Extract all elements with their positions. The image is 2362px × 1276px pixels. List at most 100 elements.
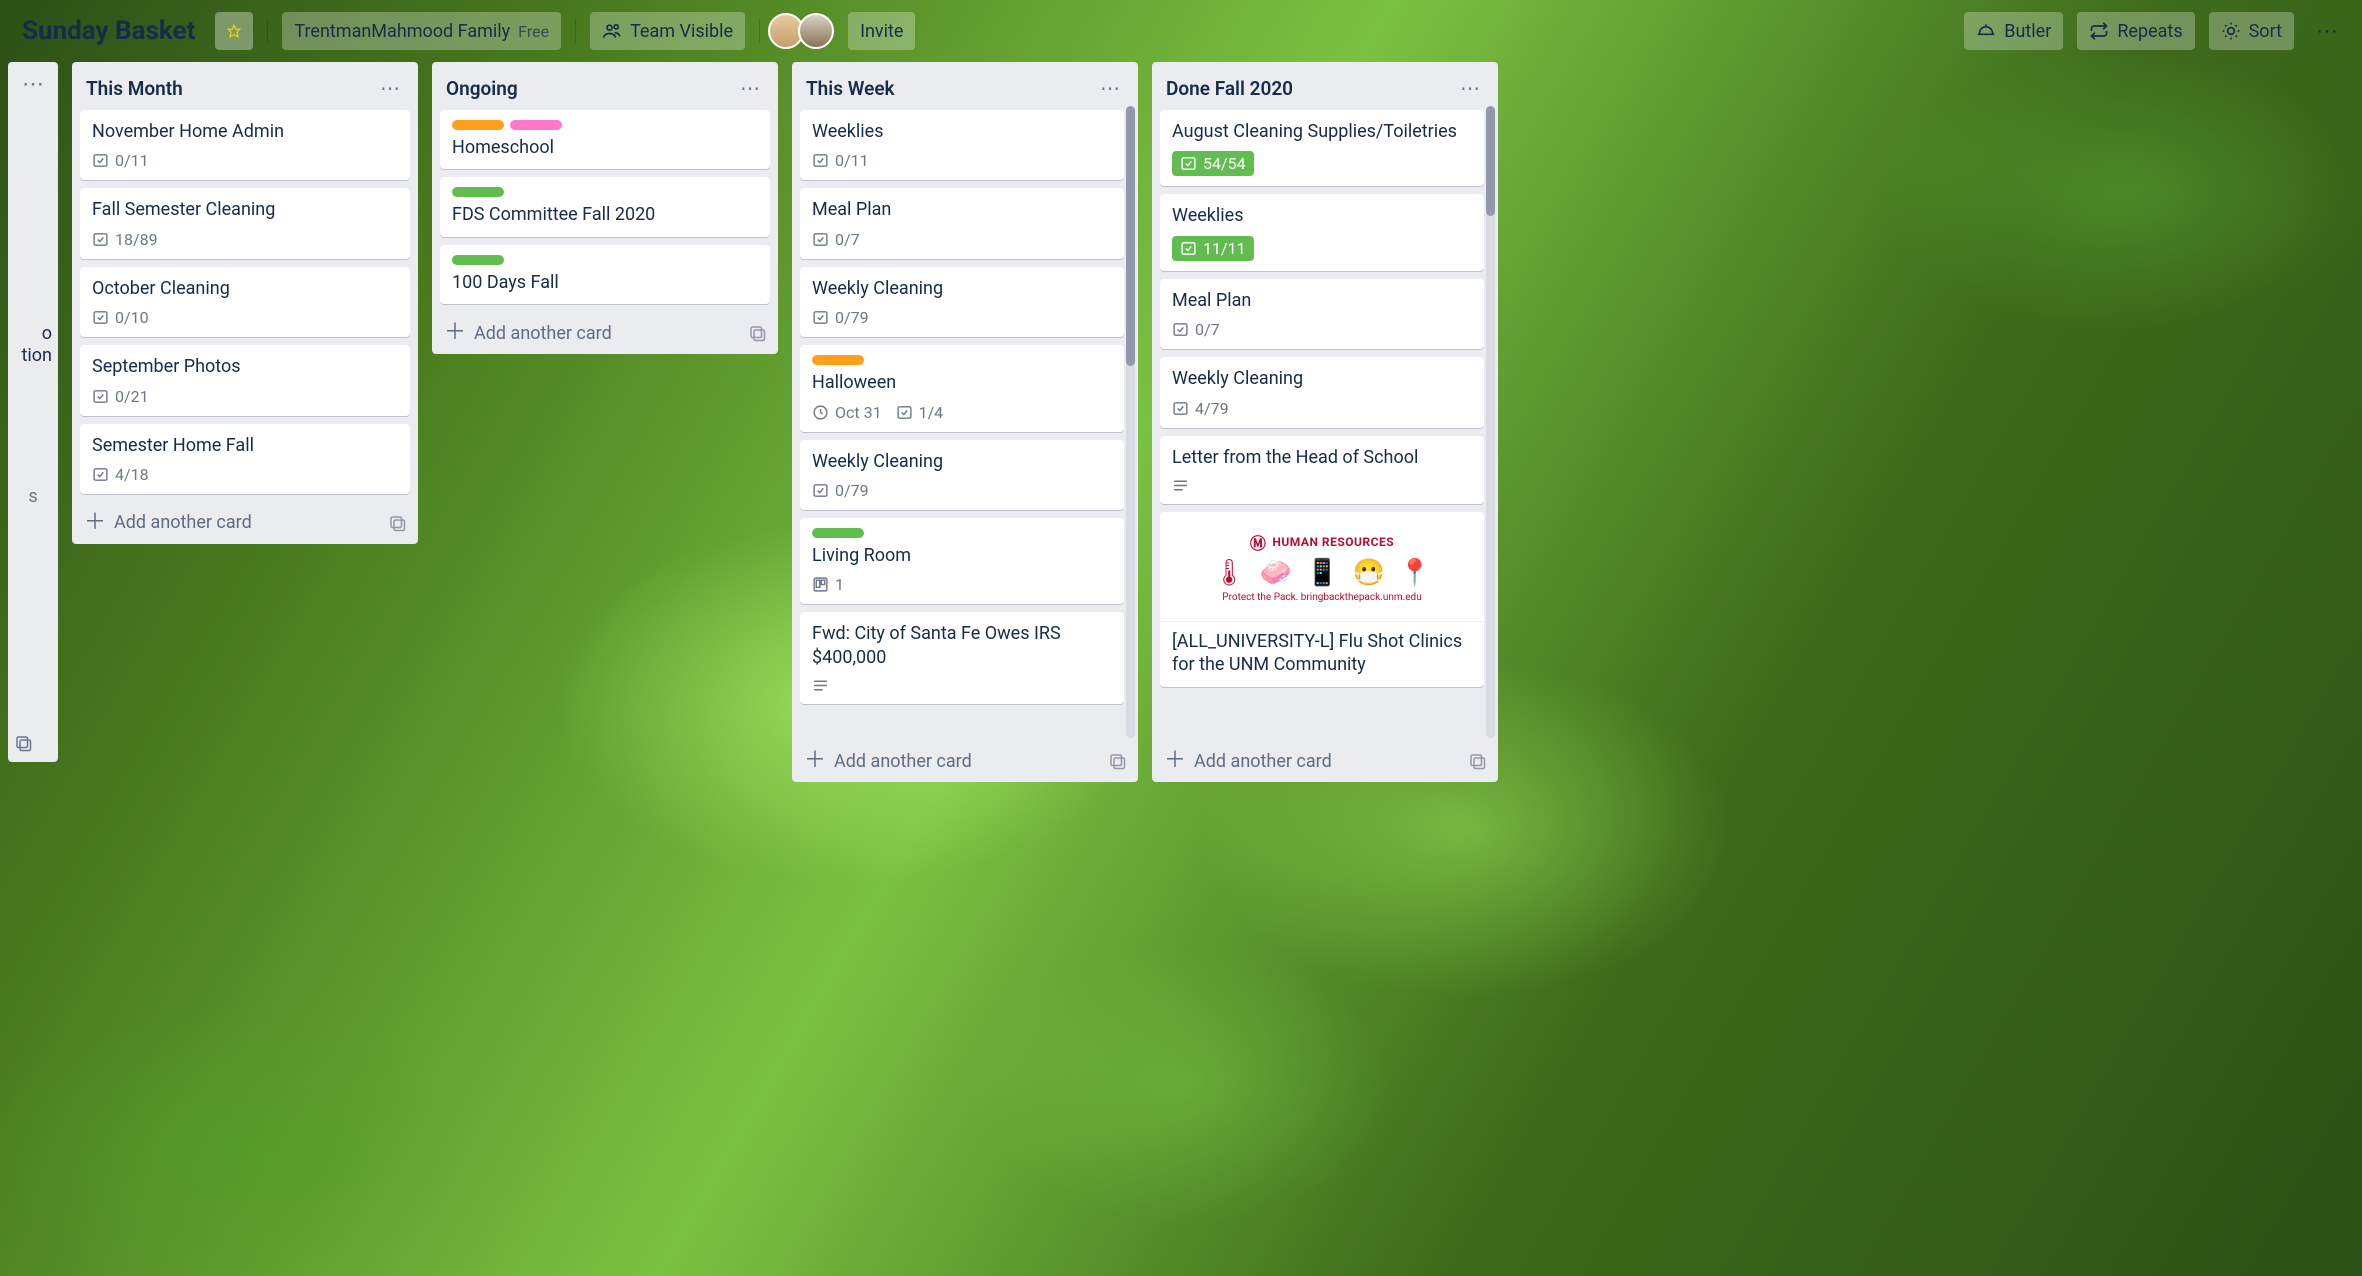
board-menu-button[interactable]: ⋯: [2308, 19, 2346, 44]
card-title: Homeschool: [452, 136, 758, 159]
list-menu-icon[interactable]: ⋯: [14, 72, 52, 97]
card-title: Weekly Cleaning: [812, 450, 1112, 473]
repeats-button[interactable]: Repeats: [2077, 12, 2194, 50]
card-title: Fall Semester Cleaning: [92, 198, 398, 221]
card-title: October Cleaning: [92, 277, 398, 300]
butler-icon: [1976, 21, 1996, 41]
label-green[interactable]: [452, 255, 504, 265]
checklist-badge: 18/89: [92, 230, 158, 249]
list-title[interactable]: Done Fall 2020: [1166, 77, 1293, 100]
checklist-badge: 0/7: [1172, 320, 1220, 339]
card-title: Weeklies: [1172, 204, 1472, 227]
card[interactable]: ⓂHUMAN RESOURCES 🌡🧼📱😷📍 Protect the Pack.…: [1160, 512, 1484, 687]
butler-label: Butler: [2004, 21, 2051, 42]
label-pink[interactable]: [510, 120, 562, 130]
visibility-label: Team Visible: [630, 21, 733, 42]
card-title: [ALL_UNIVERSITY-L] Flu Shot Clinics for …: [1172, 630, 1472, 677]
card-title: September Photos: [92, 355, 398, 378]
card[interactable]: November Home Admin 0/11: [80, 110, 410, 180]
card-title: Meal Plan: [1172, 289, 1472, 312]
sort-label: Sort: [2249, 21, 2282, 42]
workspace-name: TrentmanMahmood Family: [294, 21, 510, 42]
due-badge: Oct 31: [812, 403, 882, 422]
card[interactable]: FDS Committee Fall 2020: [440, 177, 770, 236]
template-icon[interactable]: [748, 324, 766, 342]
divider: [575, 19, 576, 43]
template-icon[interactable]: [1468, 752, 1486, 770]
people-icon: [602, 21, 622, 41]
cover-icons: 🌡🧼📱😷📍: [1213, 558, 1432, 588]
list-this-week: This Week ⋯ Weeklies 0/11 Meal Plan 0/7 …: [792, 62, 1138, 782]
plan-badge: Free: [518, 22, 549, 41]
add-card-button[interactable]: ＋Add another card: [1152, 740, 1498, 782]
card[interactable]: September Photos 0/21: [80, 345, 410, 415]
card[interactable]: Weeklies 0/11: [800, 110, 1124, 180]
card[interactable]: Semester Home Fall 4/18: [80, 424, 410, 494]
star-icon: [227, 21, 241, 41]
card-title: 100 Days Fall: [452, 271, 758, 294]
card-title: Semester Home Fall: [92, 434, 398, 457]
card[interactable]: August Cleaning Supplies/Toiletries 54/5…: [1160, 110, 1484, 186]
list-ongoing: Ongoing ⋯ Homeschool FDS Committee Fall …: [432, 62, 778, 354]
card[interactable]: Weekly Cleaning 4/79: [1160, 357, 1484, 427]
card[interactable]: Fwd: City of Santa Fe Owes IRS $400,000: [800, 612, 1124, 704]
template-icon[interactable]: [14, 734, 52, 752]
label-orange[interactable]: [812, 355, 864, 365]
list-title[interactable]: This Week: [806, 77, 895, 100]
card[interactable]: 100 Days Fall: [440, 245, 770, 304]
sort-icon: [2221, 21, 2241, 41]
checklist-badge: 0/79: [812, 308, 869, 327]
card[interactable]: Fall Semester Cleaning 18/89: [80, 188, 410, 258]
card[interactable]: Halloween Oct 31 1/4: [800, 345, 1124, 431]
card[interactable]: Weeklies 11/11: [1160, 194, 1484, 270]
board-canvas[interactable]: ⋯ o tion s This Month ⋯ November Home Ad…: [0, 62, 2362, 1276]
visibility-button[interactable]: Team Visible: [590, 12, 745, 50]
list-partial-left[interactable]: ⋯ o tion s: [8, 62, 58, 762]
card[interactable]: October Cleaning 0/10: [80, 267, 410, 337]
list-menu-button[interactable]: ⋯: [1096, 74, 1124, 102]
label-green[interactable]: [812, 528, 864, 538]
invite-button[interactable]: Invite: [848, 12, 915, 50]
card-title: August Cleaning Supplies/Toiletries: [1172, 120, 1472, 143]
checklist-badge: 0/11: [92, 151, 149, 170]
card-title: November Home Admin: [92, 120, 398, 143]
card[interactable]: Homeschool: [440, 110, 770, 169]
divider: [759, 19, 760, 43]
sort-button[interactable]: Sort: [2209, 12, 2294, 50]
template-icon[interactable]: [388, 514, 406, 532]
avatar[interactable]: [798, 13, 834, 49]
card-fragment: o: [14, 323, 52, 345]
trello-badge: 1: [812, 575, 844, 594]
card[interactable]: Letter from the Head of School: [1160, 436, 1484, 504]
card-title: FDS Committee Fall 2020: [452, 203, 758, 226]
card[interactable]: Living Room 1: [800, 518, 1124, 604]
scrollbar-thumb[interactable]: [1486, 106, 1495, 216]
add-card-button[interactable]: ＋Add another card: [792, 740, 1138, 782]
star-button[interactable]: [215, 12, 253, 50]
card[interactable]: Meal Plan 0/7: [800, 188, 1124, 258]
card-title: Living Room: [812, 544, 1112, 567]
checklist-badge: 4/18: [92, 465, 149, 484]
butler-button[interactable]: Butler: [1964, 12, 2063, 50]
card[interactable]: Meal Plan 0/7: [1160, 279, 1484, 349]
add-card-button[interactable]: ＋Add another card: [72, 502, 418, 544]
card[interactable]: Weekly Cleaning 0/79: [800, 440, 1124, 510]
workspace-button[interactable]: TrentmanMahmood Family Free: [282, 12, 561, 50]
list-menu-button[interactable]: ⋯: [736, 74, 764, 102]
list-menu-button[interactable]: ⋯: [1456, 74, 1484, 102]
plus-icon: ＋: [804, 750, 826, 772]
member-avatars[interactable]: [774, 13, 834, 49]
plus-icon: ＋: [84, 512, 106, 534]
list-menu-button[interactable]: ⋯: [376, 74, 404, 102]
scrollbar-thumb[interactable]: [1126, 106, 1135, 366]
card[interactable]: Weekly Cleaning 0/79: [800, 267, 1124, 337]
add-card-button[interactable]: ＋Add another card: [432, 312, 778, 354]
list-title[interactable]: This Month: [86, 77, 183, 100]
label-orange[interactable]: [452, 120, 504, 130]
label-green[interactable]: [452, 187, 504, 197]
card-fragment: s: [14, 486, 52, 508]
list-title[interactable]: Ongoing: [446, 77, 518, 100]
template-icon[interactable]: [1108, 752, 1126, 770]
board-title[interactable]: Sunday Basket: [16, 12, 201, 50]
checklist-badge: 0/79: [812, 481, 869, 500]
